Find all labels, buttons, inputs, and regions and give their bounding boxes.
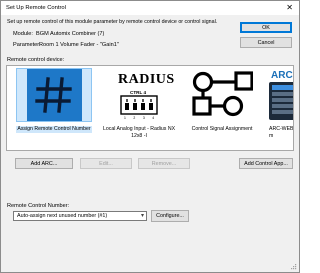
arc-logo: ARC xyxy=(271,70,293,81)
title-bar: Set Up Remote Control ✕ xyxy=(1,1,299,15)
cancel-button[interactable]: Cancel xyxy=(240,37,292,48)
device-label: Assign Remote Control Number xyxy=(16,126,92,133)
radius-pin-labels: 1 2 3 4 xyxy=(124,116,158,120)
device-section-label: Remote control device: xyxy=(7,57,65,63)
add-control-app-button[interactable]: Add Control App... xyxy=(239,158,293,169)
device-label: Local Analog Input - Radius NX 12x8 -I xyxy=(102,126,176,139)
close-icon[interactable]: ✕ xyxy=(286,3,293,12)
device-tile-local-analog[interactable]: RADIUS CTRL 4 1 2 3 4 Local Analog Input… xyxy=(97,66,181,150)
configure-button[interactable]: Configure... xyxy=(151,210,189,222)
device-tile-assign-number[interactable]: Assign Remote Control Number xyxy=(16,66,92,150)
chevron-down-icon: ▾ xyxy=(140,213,144,219)
module-label: Module: xyxy=(13,31,33,37)
device-tile-arc-web[interactable]: ARC ARC-WEB (A m xyxy=(263,66,294,150)
arc-device-body xyxy=(269,82,293,120)
remove-button[interactable]: Remove... xyxy=(138,158,190,169)
hash-icon xyxy=(26,69,82,121)
intro-text: Set up remote control of this module par… xyxy=(7,19,218,25)
remote-number-select[interactable]: Auto-assign next unused number (#1) ▾ xyxy=(13,211,147,221)
device-label: ARC-WEB (A m xyxy=(269,126,294,139)
control-signal-icon xyxy=(184,68,260,122)
parameter-label: Parameter: xyxy=(13,42,41,48)
device-list: Assign Remote Control Number RADIUS CTRL… xyxy=(6,65,294,151)
device-label: Control Signal Assignment xyxy=(191,126,253,132)
parameter-value: Room 1 Volume Fader - "Gain1" xyxy=(39,42,119,48)
module-value: BGM Automix Combiner (7) xyxy=(36,31,105,37)
dialog-window: Set Up Remote Control ✕ Set up remote co… xyxy=(0,0,300,273)
resize-grip-icon[interactable] xyxy=(289,262,297,270)
radius-logo: RADIUS xyxy=(118,72,175,87)
device-tile-control-signal[interactable]: Control Signal Assignment xyxy=(184,66,260,150)
window-title: Set Up Remote Control xyxy=(6,5,66,11)
add-arc-button[interactable]: Add ARC... xyxy=(15,158,73,169)
arc-web-icon: ARC xyxy=(263,68,293,122)
ok-button[interactable]: OK xyxy=(240,22,292,33)
remote-number-value: Auto-assign next unused number (#1) xyxy=(17,213,108,219)
edit-button[interactable]: Edit... xyxy=(80,158,132,169)
radius-device-icon: RADIUS CTRL 4 1 2 3 4 xyxy=(97,68,181,122)
number-section-label: Remote Control Number: xyxy=(7,203,70,209)
